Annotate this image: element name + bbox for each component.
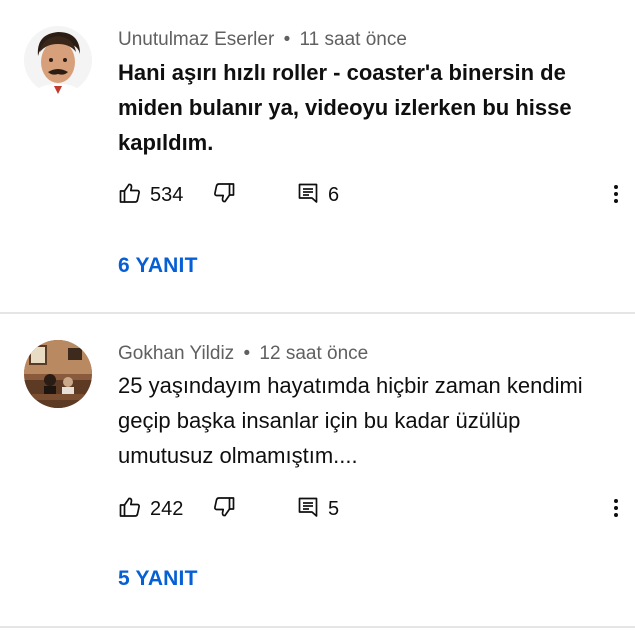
thumbs-up-icon <box>118 495 142 524</box>
avatar[interactable] <box>24 340 92 408</box>
meta-separator: • <box>243 343 251 364</box>
dislike-button[interactable] <box>212 494 236 524</box>
reply-count: 5 <box>328 497 340 520</box>
view-replies-button[interactable]: 5 YANIT <box>118 567 198 591</box>
comment-item: Gokhan Yildiz • 12 saat önce 25 yaşınday… <box>0 314 635 626</box>
reply-button[interactable]: 6 <box>296 180 339 210</box>
reply-comment-icon <box>296 181 320 210</box>
meta-separator: • <box>283 29 291 50</box>
dislike-button[interactable] <box>212 180 236 210</box>
comment-actions: 242 5 <box>118 494 635 524</box>
reply-comment-icon <box>296 495 320 524</box>
avatar[interactable] <box>24 26 92 94</box>
like-button[interactable]: 534 <box>118 180 183 210</box>
comment-author[interactable]: Unutulmaz Eserler <box>118 29 274 50</box>
reply-button[interactable]: 5 <box>296 494 339 524</box>
comment-time: 11 saat önce <box>299 29 407 50</box>
comment-item: Unutulmaz Eserler • 11 saat önce Hani aş… <box>0 0 635 313</box>
comment-meta: Gokhan Yildiz • 12 saat önce <box>118 343 368 365</box>
divider <box>0 626 635 628</box>
like-button[interactable]: 242 <box>118 494 183 524</box>
comment-text: Hani aşırı hızlı roller - coaster'a bine… <box>118 60 572 155</box>
comment-author[interactable]: Gokhan Yildiz <box>118 343 234 364</box>
comment-time: 12 saat önce <box>259 343 369 364</box>
comment-actions: 534 6 <box>118 180 635 210</box>
reply-count: 6 <box>328 183 340 206</box>
thumbs-down-icon <box>212 181 236 210</box>
like-count: 242 <box>150 497 184 520</box>
more-vertical-icon[interactable] <box>610 182 622 208</box>
more-vertical-icon[interactable] <box>610 496 622 522</box>
thumbs-up-icon <box>118 181 142 210</box>
comment-meta: Unutulmaz Eserler • 11 saat önce <box>118 29 407 51</box>
like-count: 534 <box>150 183 184 206</box>
view-replies-button[interactable]: 6 YANIT <box>118 254 198 278</box>
comment-text: 25 yaşındayım hayatımda hiçbir zaman ken… <box>118 373 583 468</box>
thumbs-down-icon <box>212 495 236 524</box>
